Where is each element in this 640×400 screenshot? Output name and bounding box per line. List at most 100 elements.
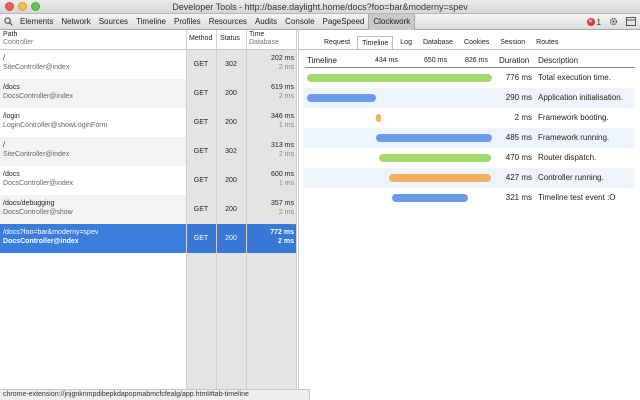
request-status: 200	[225, 177, 237, 184]
timeline-bar	[376, 134, 492, 142]
request-time: 772 ms	[270, 229, 294, 236]
error-count-badge[interactable]: ✕ 1	[586, 18, 601, 27]
timeline-bar	[389, 174, 492, 182]
request-controller: LoginController@showLoginForm	[3, 122, 108, 129]
request-path-cell: /login LoginController@showLoginForm	[0, 108, 186, 137]
request-row[interactable]: / SiteController@index GET 302 313 ms 2 ms	[0, 137, 297, 166]
request-row[interactable]: /docs?foo=bar&moderny=spev DocsController…	[0, 224, 297, 253]
timeline-event-row[interactable]: 2 ms Framework booting.	[304, 108, 635, 128]
request-time-cell: 772 ms 2 ms	[246, 228, 294, 246]
request-path: /docs	[3, 171, 20, 178]
devtools-tab-console[interactable]: Console	[281, 14, 318, 30]
request-status: 200	[225, 119, 237, 126]
request-time: 619 ms	[271, 84, 294, 91]
method-column-header[interactable]: Method	[189, 35, 212, 43]
request-path-cell: /docs?foo=bar&moderny=spev DocsController…	[0, 224, 186, 253]
devtools-tab-resources[interactable]: Resources	[205, 14, 251, 30]
detail-tab-request[interactable]: Request	[320, 36, 354, 50]
request-time: 346 ms	[271, 113, 294, 120]
request-db-time: 2 ms	[278, 151, 294, 158]
detail-tab-database[interactable]: Database	[419, 36, 457, 50]
request-row[interactable]: /docs DocsController@index GET 200 619 ms 2 m…	[0, 79, 297, 108]
detail-tab-cookies[interactable]: Cookies	[460, 36, 493, 50]
devtools-tab-timeline[interactable]: Timeline	[132, 14, 170, 30]
request-db-time: 1 ms	[278, 180, 294, 187]
devtools-tab-clockwork[interactable]: Clockwork	[368, 13, 416, 30]
error-icon: ✕	[586, 18, 595, 26]
request-row[interactable]: /docs/debugging DocsController@show GET 200…	[0, 195, 297, 224]
event-duration: 2 ms	[514, 113, 532, 122]
search-icon[interactable]	[0, 14, 16, 30]
request-method: GET	[193, 148, 209, 155]
detail-tab-routes[interactable]: Routes	[532, 36, 562, 50]
window-titlebar: Developer Tools - http://base.daylight.h…	[0, 0, 640, 14]
request-path: /	[3, 142, 5, 149]
timeline-event-row[interactable]: 485 ms Framework running.	[304, 128, 635, 148]
request-db-time: 2 ms	[278, 238, 294, 245]
request-path: /docs/debugging	[3, 200, 55, 207]
request-status: 302	[225, 148, 237, 155]
request-db-time: 1 ms	[278, 122, 294, 129]
status-column-header[interactable]: Status	[220, 35, 240, 43]
devtools-tab-audits[interactable]: Audits	[251, 14, 281, 30]
event-description: Framework running.	[538, 133, 610, 142]
request-path: /docs	[3, 84, 20, 91]
request-method: GET	[193, 119, 209, 126]
devtools-tab-elements[interactable]: Elements	[16, 14, 57, 30]
timeline-event-row[interactable]: 290 ms Application initialisation.	[304, 88, 635, 108]
path-header-label: Path	[3, 31, 18, 38]
request-status: 200	[225, 235, 237, 242]
detail-tab-timeline[interactable]: Timeline	[357, 36, 394, 50]
dock-icon[interactable]	[626, 16, 636, 28]
request-method: GET	[193, 177, 209, 184]
request-status: 302	[225, 61, 237, 68]
request-time: 202 ms	[271, 55, 294, 62]
timeline-event-row[interactable]: 427 ms Controller running.	[304, 168, 635, 188]
request-path-cell: /docs DocsController@index	[0, 79, 186, 108]
column-divider	[216, 30, 217, 400]
request-time: 357 ms	[271, 200, 294, 207]
devtools-tab-pagespeed[interactable]: PageSpeed	[319, 14, 369, 30]
time-column-header[interactable]: Time Database	[249, 31, 279, 47]
zoom-window-button[interactable]	[31, 2, 40, 11]
event-description: Framework booting.	[538, 113, 609, 122]
detail-tab-log[interactable]: Log	[396, 36, 416, 50]
settings-gear-icon[interactable]	[609, 17, 618, 28]
timeline-event-row[interactable]: 776 ms Total execution time.	[304, 68, 635, 88]
devtools-tab-profiles[interactable]: Profiles	[170, 14, 205, 30]
description-column-header: Description	[538, 56, 579, 65]
event-description: Timeline test event :O	[538, 193, 616, 202]
timeline-bar	[378, 154, 492, 162]
controller-header-label: Controller	[3, 39, 34, 46]
event-duration: 427 ms	[505, 173, 532, 182]
request-controller: SiteController@index	[3, 64, 70, 71]
duration-column-header: Duration	[499, 56, 530, 65]
event-duration: 321 ms	[505, 193, 532, 202]
event-description: Application initialisation.	[538, 93, 623, 102]
request-row[interactable]: /docs DocsController@index GET 200 600 ms 1 m…	[0, 166, 297, 195]
timeline-event-row[interactable]: 321 ms Timeline test event :O	[304, 188, 635, 208]
request-time: 600 ms	[271, 171, 294, 178]
event-duration: 470 ms	[505, 153, 532, 162]
request-time-cell: 619 ms 2 ms	[246, 83, 294, 101]
detail-tab-session[interactable]: Session	[496, 36, 529, 50]
close-window-button[interactable]	[5, 2, 14, 11]
timeline-bar	[307, 94, 377, 102]
request-status: 200	[225, 90, 237, 97]
request-row[interactable]: /login LoginController@showLoginForm GET 20…	[0, 108, 297, 137]
devtools-tab-sources[interactable]: Sources	[95, 14, 132, 30]
devtools-tab-network[interactable]: Network	[57, 14, 94, 30]
path-column-header[interactable]: Path Controller	[3, 31, 33, 47]
minimize-window-button[interactable]	[18, 2, 27, 11]
request-time-cell: 346 ms 1 ms	[246, 112, 294, 130]
request-controller: DocsController@show	[3, 209, 73, 216]
request-method: GET	[193, 61, 209, 68]
timeline-event-row[interactable]: 470 ms Router dispatch.	[304, 148, 635, 168]
request-list: Path Controller Method Status Time Datab…	[0, 30, 297, 400]
request-row[interactable]: / SiteController@index GET 302 202 ms 2 ms	[0, 50, 297, 79]
devtools-tabs: Elements Network Sources Timeline Profiles Re…	[16, 13, 416, 30]
toolbar-right: ✕ 1	[586, 14, 636, 30]
request-time-cell: 202 ms 2 ms	[246, 54, 294, 72]
request-path-cell: /docs DocsController@index	[0, 166, 186, 195]
database-header-label: Database	[249, 39, 279, 46]
